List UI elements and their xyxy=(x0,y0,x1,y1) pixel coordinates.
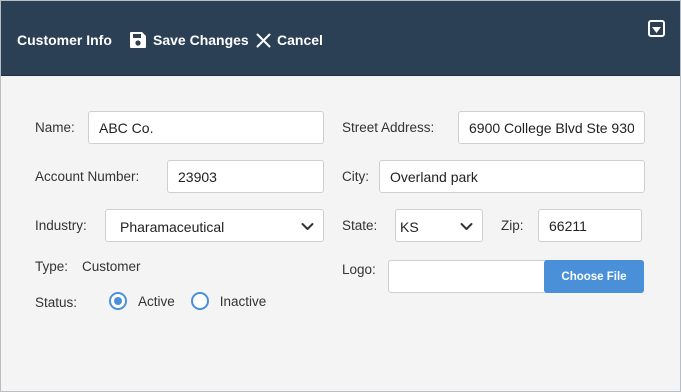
name-label: Name: xyxy=(35,120,75,135)
name-field[interactable] xyxy=(88,111,324,144)
state-select[interactable]: KS xyxy=(395,209,483,242)
zip-field[interactable] xyxy=(538,209,642,242)
status-radio-group: Active Inactive xyxy=(109,292,282,310)
logo-label: Logo: xyxy=(342,262,376,277)
logo-file-input: Choose File xyxy=(388,260,644,293)
street-address-field[interactable] xyxy=(458,111,645,144)
save-changes-label: Save Changes xyxy=(153,32,249,48)
city-field[interactable] xyxy=(379,160,645,193)
type-value: Customer xyxy=(82,259,141,274)
status-active-label: Active xyxy=(138,293,175,309)
industry-selected-value: Pharamaceutical xyxy=(120,219,225,235)
status-label: Status: xyxy=(35,295,78,310)
chevron-down-icon xyxy=(460,220,473,236)
chevron-down-box-icon xyxy=(652,20,661,38)
floppy-disk-icon xyxy=(129,31,147,49)
radio-checked-icon xyxy=(109,292,127,310)
save-changes-button[interactable]: Save Changes xyxy=(129,29,249,51)
city-label: City: xyxy=(342,169,369,184)
radio-unchecked-icon xyxy=(190,292,209,310)
close-icon xyxy=(256,33,271,48)
menu-toggle-button[interactable] xyxy=(648,20,665,37)
industry-label: Industry: xyxy=(35,218,87,233)
cancel-label: Cancel xyxy=(277,32,323,48)
status-inactive-label: Inactive xyxy=(219,293,267,309)
customer-info-dialog: Customer Info Save Changes Cancel Name: … xyxy=(0,0,681,392)
chevron-down-icon xyxy=(301,220,314,236)
account-number-field[interactable] xyxy=(167,160,324,193)
account-number-label: Account Number: xyxy=(35,169,140,184)
dialog-title: Customer Info xyxy=(17,32,112,48)
toolbar: Customer Info Save Changes Cancel xyxy=(1,1,680,76)
street-address-label: Street Address: xyxy=(342,120,435,135)
zip-label: Zip: xyxy=(501,218,524,233)
choose-file-button[interactable]: Choose File xyxy=(544,260,644,293)
status-active-radio[interactable]: Active xyxy=(109,292,175,310)
cancel-button[interactable]: Cancel xyxy=(256,29,323,51)
state-selected-value: KS xyxy=(400,219,419,235)
status-inactive-radio[interactable]: Inactive xyxy=(190,292,267,310)
industry-select[interactable]: Pharamaceutical xyxy=(105,209,324,242)
type-label: Type: xyxy=(35,259,69,274)
state-label: State: xyxy=(342,218,378,233)
